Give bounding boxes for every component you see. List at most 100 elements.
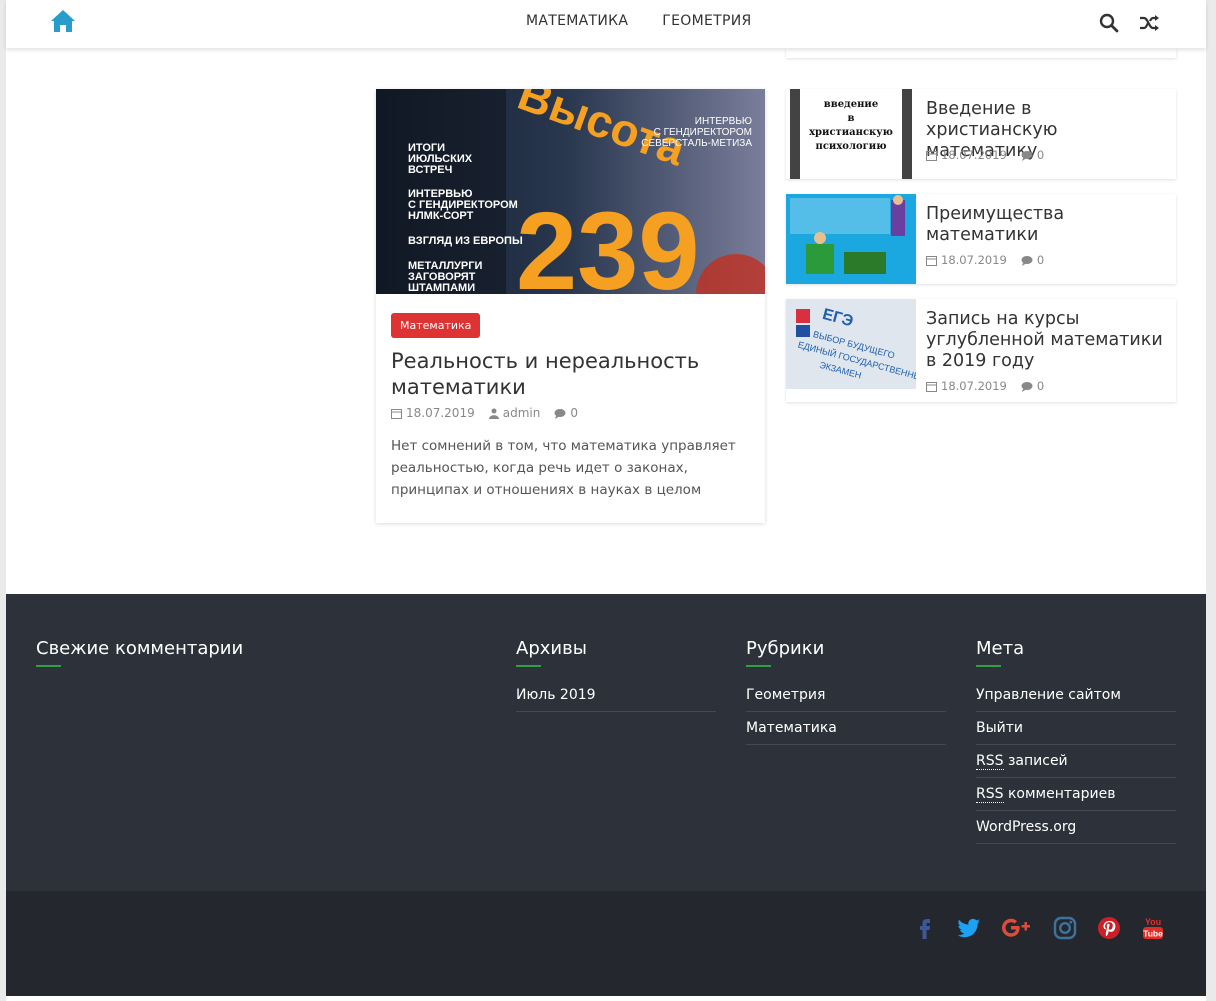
rss-abbr: RSS (976, 753, 1004, 770)
image-caption-line: ИНТЕРВЬЮ (695, 116, 752, 127)
image-number-text: 239 (516, 190, 700, 294)
image-caption-line: СЕВЕРСТАЛЬ-МЕТИЗА (641, 138, 752, 149)
svg-text:Tube: Tube (1143, 929, 1163, 939)
footer-widgets: Свежие комментарии Архивы Июль 2019 Рубр… (6, 594, 1206, 891)
side-post-card: ЕГЭ ВЫБОР БУДУЩЕГО ЕДИНЫЙ ГОСУДАРСТВЕННЫ… (786, 299, 1176, 402)
post-date[interactable]: 18.07.2019 (926, 379, 1007, 393)
rss-posts-label: записей (1003, 753, 1068, 769)
calendar-icon (926, 381, 937, 392)
post-comments-count: 0 (1036, 253, 1045, 267)
thumbnail-text: в (848, 113, 855, 124)
featured-post-card: Высота 239 ИТОГИ ИЮЛЬСКИХ ВСТРЕЧ ИНТЕРВЬ… (376, 89, 765, 523)
archives-widget: Архивы Июль 2019 (516, 638, 716, 720)
widget-title: Свежие комментарии (36, 638, 244, 659)
site-header: МАТЕМАТИКА ГЕОМЕТРИЯ (6, 0, 1206, 48)
side-post-thumbnail[interactable] (786, 194, 916, 284)
instagram-icon[interactable] (1052, 915, 1078, 941)
side-post-title[interactable]: Преимущества математики (926, 204, 1166, 246)
youtube-icon[interactable]: You Tube (1140, 915, 1166, 941)
comment-icon (554, 408, 566, 419)
widget-title-underline (976, 665, 1001, 667)
archive-link[interactable]: Июль 2019 (516, 687, 716, 712)
post-author[interactable]: admin (488, 406, 541, 420)
post-comments[interactable]: 0 (1021, 379, 1044, 393)
page: МАТЕМАТИКА ГЕОМЕТРИЯ Высота 239 ИТОГИ ИЮ… (6, 0, 1206, 1001)
post-comments-count: 0 (1036, 148, 1045, 162)
post-comments[interactable]: 0 (1021, 253, 1044, 267)
featured-post-excerpt: Нет сомнений в том, что математика управ… (391, 438, 736, 498)
thumbnail-text: психологию (816, 141, 887, 152)
shuffle-icon[interactable] (1138, 12, 1160, 34)
post-date-text: 18.07.2019 (941, 379, 1007, 393)
category-badge[interactable]: Математика (391, 313, 481, 338)
category-link[interactable]: Математика (746, 720, 946, 745)
post-date-text: 18.07.2019 (941, 253, 1007, 267)
search-icon[interactable] (1098, 12, 1120, 34)
social-links: You Tube (912, 915, 1166, 941)
user-icon (488, 408, 499, 419)
widget-title-underline (516, 665, 541, 667)
rss-posts-link[interactable]: RSS записей (976, 753, 1176, 778)
widget-title: Мета (976, 638, 1025, 659)
post-comments[interactable]: 0 (554, 406, 578, 420)
comment-icon (1021, 150, 1033, 161)
category-link[interactable]: Геометрия (746, 687, 946, 712)
thumbnail-text: христианскую (809, 127, 893, 138)
footer-bottom-bar: You Tube (6, 891, 1206, 996)
post-date-text: 18.07.2019 (406, 406, 475, 420)
google-plus-icon[interactable] (1000, 915, 1034, 941)
meta-widget: Мета Управление сайтом Выйти RSS записей… (976, 638, 1176, 852)
post-comments[interactable]: 0 (1021, 148, 1044, 162)
categories-widget: Рубрики Геометрия Математика (746, 638, 946, 753)
site-admin-link[interactable]: Управление сайтом (976, 687, 1176, 712)
side-post-meta: 18.07.2019 0 (926, 148, 1044, 162)
rss-abbr: RSS (976, 786, 1004, 803)
widget-title: Рубрики (746, 638, 825, 659)
featured-post-image[interactable]: Высота 239 ИТОГИ ИЮЛЬСКИХ ВСТРЕЧ ИНТЕРВЬ… (376, 89, 765, 294)
widget-title: Архивы (516, 638, 587, 659)
side-post-card: Преимущества математики 18.07.2019 0 (786, 194, 1176, 284)
nav-item-matematika[interactable]: МАТЕМАТИКА (526, 13, 628, 29)
side-post-meta: 18.07.2019 0 (926, 379, 1044, 393)
home-icon[interactable] (50, 9, 76, 33)
post-date-text: 18.07.2019 (941, 148, 1007, 162)
post-date[interactable]: 18.07.2019 (926, 253, 1007, 267)
recent-comments-widget: Свежие комментарии (36, 638, 476, 667)
facebook-icon[interactable] (912, 915, 938, 941)
previous-post-card-edge (786, 48, 1176, 58)
widget-title-underline (36, 665, 61, 667)
featured-post-meta: 18.07.2019 admin 0 (391, 406, 578, 420)
calendar-icon (926, 150, 937, 161)
nav-item-geometriya[interactable]: ГЕОМЕТРИЯ (662, 13, 751, 29)
post-date[interactable]: 18.07.2019 (926, 148, 1007, 162)
side-post-title[interactable]: Запись на курсы углубленной математики в… (926, 309, 1166, 372)
thumbnail-text: введение (824, 99, 878, 110)
wordpress-link[interactable]: WordPress.org (976, 819, 1176, 844)
featured-post-title[interactable]: Реальность и нереальность математики (391, 348, 751, 400)
comment-icon (1021, 381, 1033, 392)
svg-text:You: You (1145, 917, 1161, 927)
twitter-icon[interactable] (956, 915, 982, 941)
widget-title-underline (746, 665, 771, 667)
logout-link[interactable]: Выйти (976, 720, 1176, 745)
main-nav: МАТЕМАТИКА ГЕОМЕТРИЯ (526, 13, 752, 29)
image-caption-line: ВСТРЕЧ (408, 164, 452, 176)
image-caption-line: ШТАМПАМИ (408, 282, 475, 294)
comment-icon (1021, 255, 1033, 266)
post-comments-count: 0 (570, 406, 578, 420)
side-post-thumbnail[interactable]: ЕГЭ ВЫБОР БУДУЩЕГО ЕДИНЫЙ ГОСУДАРСТВЕННЫ… (786, 299, 916, 389)
side-post-card: введение в христианскую психологию Введе… (786, 89, 1176, 179)
rss-comments-label: комментариев (1003, 786, 1116, 802)
calendar-icon (391, 408, 402, 419)
side-post-thumbnail[interactable]: введение в христианскую психологию (786, 89, 916, 179)
rss-comments-link[interactable]: RSS комментариев (976, 786, 1176, 811)
side-post-meta: 18.07.2019 0 (926, 253, 1044, 267)
image-caption-line: С ГЕНДИРЕКТОРОМ (654, 127, 752, 138)
pinterest-icon[interactable] (1096, 915, 1122, 941)
image-caption-line: ВЗГЛЯД ИЗ ЕВРОПЫ (408, 235, 523, 247)
post-author-text: admin (502, 406, 541, 420)
post-comments-count: 0 (1036, 379, 1045, 393)
calendar-icon (926, 255, 937, 266)
image-caption-line: НЛМК-СОРТ (408, 210, 474, 222)
post-date[interactable]: 18.07.2019 (391, 406, 475, 420)
